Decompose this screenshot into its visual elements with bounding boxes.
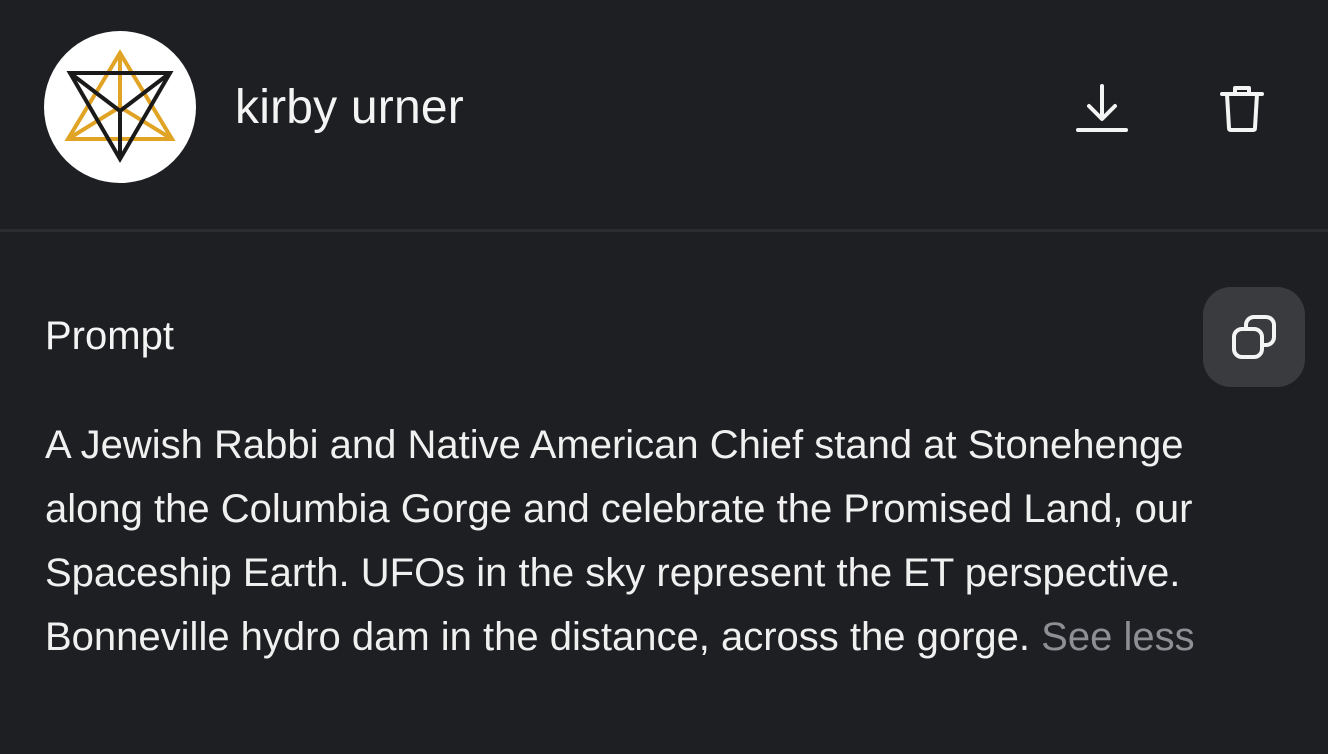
download-icon bbox=[1076, 84, 1128, 132]
username[interactable]: kirby urner bbox=[235, 78, 464, 138]
prompt-body: A Jewish Rabbi and Native American Chief… bbox=[45, 423, 1193, 659]
delete-button[interactable] bbox=[1204, 70, 1280, 146]
star-tetrahedron-logo-icon bbox=[64, 49, 176, 163]
copy-icon bbox=[1232, 315, 1276, 359]
post-header: kirby urner bbox=[0, 0, 1328, 232]
download-button[interactable] bbox=[1064, 70, 1140, 146]
avatar[interactable] bbox=[44, 31, 196, 183]
see-less-link[interactable]: See less bbox=[1041, 615, 1194, 659]
copy-button[interactable] bbox=[1203, 287, 1305, 387]
prompt-text: A Jewish Rabbi and Native American Chief… bbox=[45, 413, 1285, 669]
prompt-label: Prompt bbox=[45, 314, 174, 358]
trash-icon bbox=[1220, 86, 1264, 132]
